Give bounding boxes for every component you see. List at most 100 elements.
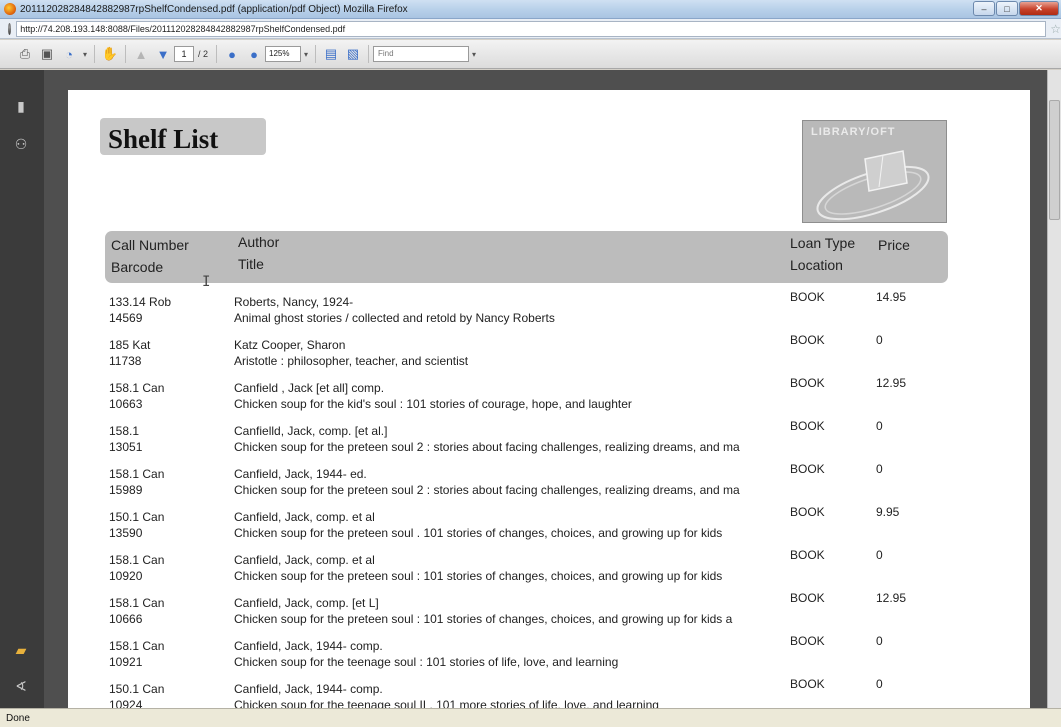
header-barcode: Barcode (111, 259, 164, 275)
author: Canfielld, Jack, comp. [et al.] (234, 424, 388, 438)
previous-page-button[interactable]: ▲ (130, 44, 152, 64)
title: Chicken soup for the preteen soul . 101 … (234, 526, 723, 540)
next-page-button[interactable]: ▼ (152, 44, 174, 64)
report-title: Shelf List (108, 124, 219, 154)
loan-type: BOOK (790, 677, 825, 691)
table-row: 158.1 Can 10666 Canfield, Jack, comp. [et… (106, 591, 966, 633)
author: Canfield, Jack, comp. et al (234, 553, 375, 567)
vertical-scrollbar[interactable] (1047, 70, 1061, 708)
call-number: 158.1 Can (109, 596, 165, 610)
window-title: 201112028284842882987rpShelfCondensed.pd… (20, 3, 408, 15)
attachments-search-button[interactable]: ⚇ (11, 134, 31, 154)
window-title-bar: 201112028284842882987rpShelfCondensed.pd… (0, 0, 1061, 19)
author: Canfield, Jack, 1944- comp. (234, 682, 383, 696)
call-barcode-cell: 150.1 Can 13590 (109, 509, 164, 541)
fit-width-button[interactable]: ▤ (320, 44, 342, 64)
loan-type: BOOK (790, 419, 825, 433)
share-button[interactable]: ◔ (58, 44, 80, 64)
author-title-cell: Canfielld, Jack, comp. [et al.] Chicken s… (234, 423, 774, 455)
find-dropdown-button[interactable]: ▾ (469, 44, 479, 64)
header-location: Location (790, 257, 843, 273)
author-title-cell: Canfield, Jack, 1944- ed. Chicken soup fo… (234, 466, 774, 498)
zoom-in-button[interactable]: ● (243, 44, 265, 64)
call-barcode-cell: 158.1 13051 (109, 423, 142, 455)
find-input[interactable]: Find (373, 46, 470, 62)
author-title-cell: Roberts, Nancy, 1924- Animal ghost storie… (234, 294, 774, 326)
hand-tool-button[interactable]: ✋ (99, 44, 121, 64)
close-icon: ✕ (1035, 3, 1043, 13)
page-total: / 2 (198, 49, 209, 59)
share-dropdown-button[interactable]: ▾ (80, 44, 90, 64)
author-title-cell: Canfield, Jack, comp. [et L] Chicken soup… (234, 595, 774, 627)
price: 12.95 (876, 591, 907, 605)
close-button[interactable]: ✕ (1019, 1, 1059, 16)
comments-button[interactable]: ▰ (11, 640, 31, 660)
price: 0 (876, 419, 883, 433)
price: 0 (876, 548, 883, 562)
call-barcode-cell: 158.1 Can 10663 (109, 380, 164, 412)
bookmark-star-icon[interactable]: ☆ (1050, 22, 1061, 36)
title: Chicken soup for the preteen soul : 101 … (234, 569, 723, 583)
call-barcode-cell: 133.14 Rob 14569 (109, 294, 171, 326)
call-barcode-cell: 185 Kat 11738 (109, 337, 150, 369)
table-row: 150.1 Can 13590 Canfield, Jack, comp. et … (106, 505, 966, 547)
author-title-cell: Katz Cooper, Sharon Aristotle : philosoph… (234, 337, 774, 369)
print-button[interactable]: ⎙ (14, 44, 36, 64)
call-barcode-cell: 158.1 Can 10666 (109, 595, 164, 627)
loan-type: BOOK (790, 333, 825, 347)
text-cursor-icon: I (202, 274, 211, 290)
minimize-button[interactable]: – (973, 1, 995, 16)
barcode: 10921 (109, 655, 143, 669)
page-number-input[interactable]: 1 (174, 46, 194, 62)
zoom-out-icon: ● (228, 46, 236, 62)
zoom-dropdown-button[interactable]: ▾ (301, 44, 311, 64)
save-button[interactable]: ▣ (36, 44, 58, 64)
library-logo: LIBRARY/OFT (802, 120, 947, 223)
title: Chicken soup for the teenage soul II . 1… (234, 698, 659, 708)
table-row: 158.1 Can 10920 Canfield, Jack, comp. et … (106, 548, 966, 590)
arrow-down-icon: ▼ (156, 46, 170, 62)
call-number: 158.1 Can (109, 553, 165, 567)
header-author: Author (238, 234, 280, 250)
author-title-cell: Canfield, Jack, comp. et al Chicken soup … (234, 509, 774, 541)
header-loan-type: Loan Type (790, 235, 856, 251)
toolbar-divider (94, 45, 95, 63)
title: Animal ghost stories / collected and ret… (234, 311, 555, 325)
loan-type: BOOK (790, 290, 825, 304)
address-bar: http://74.208.193.148:8088/Files/2011120… (0, 19, 1061, 39)
toolbar-divider (315, 45, 317, 63)
document-area[interactable]: Shelf List LIBRARY/OFT Call Number Barco… (44, 70, 1061, 708)
chevron-down-icon: ▾ (82, 49, 87, 59)
fit-page-icon: ▧ (346, 46, 360, 61)
author: Katz Cooper, Sharon (234, 338, 346, 352)
call-number: 185 Kat (109, 338, 151, 352)
title: Chicken soup for the preteen soul 2 : st… (234, 440, 740, 454)
maximize-button[interactable]: □ (996, 1, 1018, 16)
fit-page-button[interactable]: ▧ (342, 44, 364, 64)
toolbar-divider (368, 45, 370, 63)
toolbar-divider (125, 45, 126, 63)
barcode: 13051 (109, 440, 143, 454)
disk-icon: ▣ (40, 46, 54, 61)
title: Chicken soup for the preteen soul : 101 … (234, 612, 733, 626)
fit-width-icon: ▤ (324, 46, 338, 61)
header-title: Title (238, 256, 264, 272)
zoom-out-button[interactable]: ● (221, 44, 243, 64)
url-input[interactable]: http://74.208.193.148:8088/Files/2011120… (16, 20, 1047, 37)
loan-type: BOOK (790, 505, 825, 519)
scrollbar-thumb[interactable] (1049, 100, 1060, 220)
call-barcode-cell: 158.1 Can 15989 (109, 466, 164, 498)
price: 9.95 (876, 505, 900, 519)
zoom-level-select[interactable]: 125% (265, 46, 302, 62)
table-row: 158.1 Can 10921 Canfield, Jack, 1944- com… (106, 634, 966, 676)
status-text: Done (6, 713, 30, 724)
price: 14.95 (876, 290, 907, 304)
pages-panel-button[interactable]: ▮ (11, 96, 31, 116)
pages-icon: ▮ (17, 97, 25, 114)
site-identity-icon[interactable] (8, 22, 12, 35)
title: Aristotle : philosopher, teacher, and sc… (234, 354, 469, 368)
barcode: 13590 (109, 526, 143, 540)
barcode: 11738 (109, 354, 142, 368)
attachments-button[interactable]: ∢ (11, 676, 31, 696)
loan-type: BOOK (790, 462, 825, 476)
